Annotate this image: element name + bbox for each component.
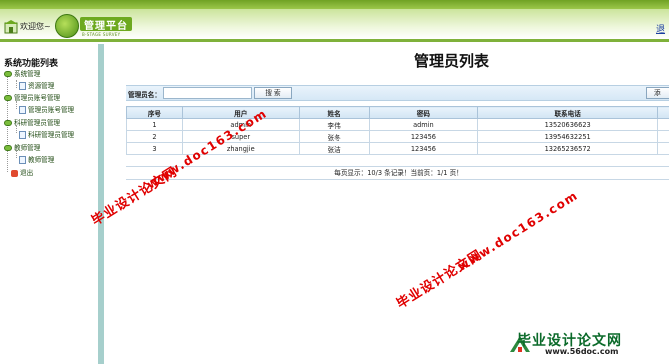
page-icon (19, 156, 26, 164)
cell-phone: 13265236572 (477, 142, 658, 155)
column-header-phone: 联系电话 (477, 106, 658, 119)
cell-index: 1 (126, 118, 183, 131)
sidebar-item-label: 科研管理员管理 (28, 131, 75, 139)
cell-password: 123456 (368, 142, 479, 155)
app-window: 欢迎您~ 管理平台 B-STAGE SURVEY 退 系统功能列表 系统管理 资… (0, 0, 669, 364)
cell-name: 张冬 (298, 130, 370, 143)
cell-extra (656, 130, 669, 143)
cell-user: zhangjie (181, 142, 300, 155)
column-header-user: 用户 (181, 106, 300, 119)
tree-connector (16, 101, 17, 109)
pagination-info: 每页显示：10/3 条记录！当前页：1/1 页！ (126, 166, 669, 180)
cell-phone: 13954632251 (477, 130, 658, 143)
watermark-text: 毕业设计论文网 (394, 247, 486, 313)
cell-password: 123456 (368, 130, 479, 143)
page-title: 管理员列表 (414, 52, 490, 70)
table-row[interactable]: 1 admin 李伟 admin 13520636623 (126, 118, 669, 131)
page-icon (19, 106, 26, 114)
cell-extra (656, 118, 669, 131)
logo-icon (55, 14, 79, 38)
watermark-url: www.doc163.com (455, 188, 581, 274)
exit-icon (11, 169, 18, 177)
header: 欢迎您~ 管理平台 B-STAGE SURVEY 退 (0, 0, 669, 44)
sidebar-item-label: 管理员账号管理 (28, 106, 75, 114)
cell-name: 张洁 (298, 142, 370, 155)
folder-icon (4, 71, 12, 77)
sidebar-item-label: 退出 (20, 169, 34, 177)
column-header-index: 序号 (126, 106, 183, 119)
cell-index: 2 (126, 130, 183, 143)
cell-phone: 13520636623 (477, 118, 658, 131)
table-row[interactable]: 3 zhangjie 张洁 123456 13265236572 (126, 142, 669, 155)
cell-extra (656, 142, 669, 155)
page-icon (19, 82, 26, 90)
sidebar-item-label: 资源管理 (28, 82, 55, 90)
sidebar-item-label: 管理员账号管理 (14, 94, 61, 102)
sidebar-item-teachers-manage[interactable]: 教师管理 (19, 154, 54, 164)
search-label: 管理员名： (128, 91, 161, 99)
sidebar-item-resource[interactable]: 资源管理 (19, 80, 54, 90)
column-header-password: 密码 (368, 106, 479, 119)
page-icon (19, 131, 26, 139)
add-button[interactable]: 添 (646, 87, 669, 99)
tree-connector (16, 80, 17, 88)
home-icon[interactable] (4, 20, 18, 34)
search-button[interactable]: 搜 索 (254, 87, 292, 99)
sidebar-item-label: 科研管理员管理 (14, 119, 61, 127)
sidebar-item-admin-accounts[interactable]: 管理员账号管理 (4, 92, 60, 102)
header-top-bar (0, 0, 669, 9)
sidebar-item-label: 教师管理 (14, 144, 41, 152)
sidebar-item-teachers[interactable]: 教师管理 (4, 142, 40, 152)
sidebar-item-research-admins[interactable]: 科研管理员管理 (4, 117, 60, 127)
table-header-row: 序号 用户 姓名 密码 联系电话 (126, 106, 669, 119)
cell-index: 3 (126, 142, 183, 155)
sidebar-item-research-admins-manage[interactable]: 科研管理员管理 (19, 129, 74, 139)
sidebar-divider (98, 44, 104, 364)
brand-watermark-url: www.56doc.com (545, 347, 619, 356)
column-header-extra (656, 106, 669, 119)
cell-user: admin (181, 118, 300, 131)
table-row[interactable]: 2 super 张冬 123456 13954632251 (126, 130, 669, 143)
sidebar-item-label: 系统管理 (14, 70, 41, 78)
cell-user: super (181, 130, 300, 143)
sidebar-item-admin-accounts-manage[interactable]: 管理员账号管理 (19, 104, 74, 114)
column-header-name: 姓名 (298, 106, 370, 119)
welcome-text: 欢迎您~ (20, 22, 51, 31)
logout-link[interactable]: 退 (656, 22, 665, 35)
logo-title: 管理平台 (84, 21, 128, 32)
cell-name: 李伟 (298, 118, 370, 131)
sidebar-item-system[interactable]: 系统管理 (4, 68, 40, 78)
folder-icon (4, 95, 12, 101)
cell-password: admin (368, 118, 479, 131)
folder-icon (4, 145, 12, 151)
sidebar-item-exit[interactable]: 退出 (11, 167, 33, 177)
sidebar-item-label: 教师管理 (28, 156, 55, 164)
header-underline (0, 39, 669, 42)
admin-table: 序号 用户 姓名 密码 联系电话 1 admin 李伟 admin 135206… (126, 106, 669, 155)
admin-name-search-input[interactable] (163, 87, 252, 99)
logo-subtitle: B-STAGE SURVEY (82, 32, 121, 37)
folder-icon (4, 120, 12, 126)
